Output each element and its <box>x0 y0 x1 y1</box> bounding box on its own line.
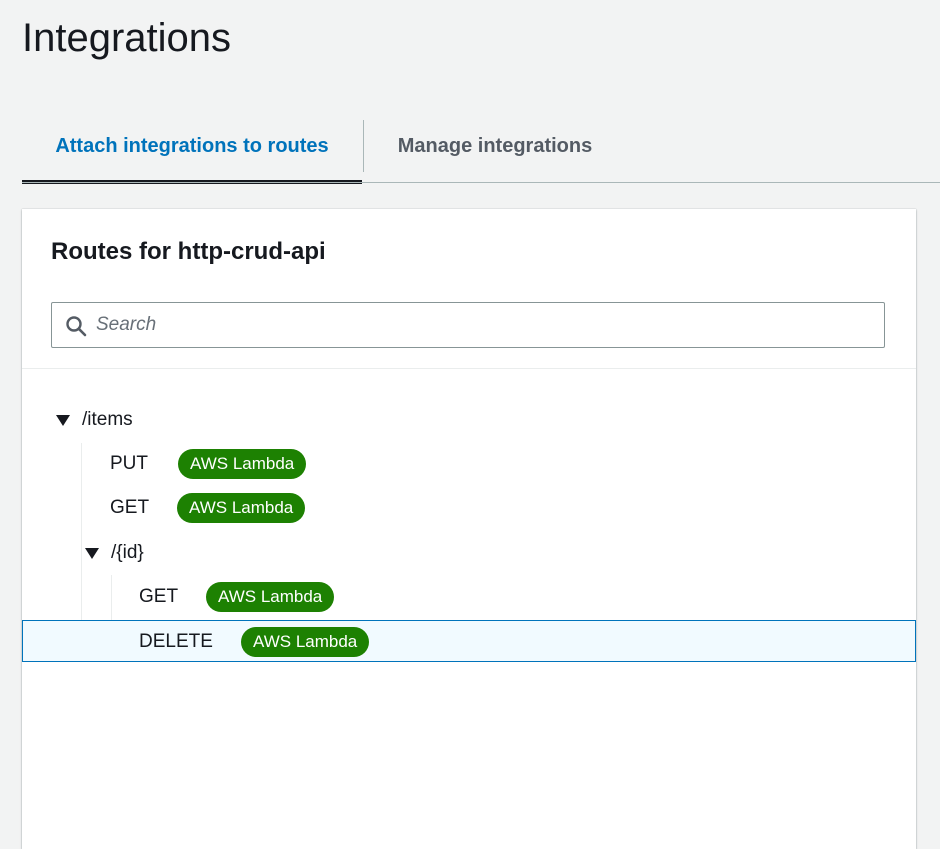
panel-divider <box>22 368 916 369</box>
tab-attach-integrations[interactable]: Attach integrations to routes <box>22 110 362 184</box>
integration-badge: AWS Lambda <box>206 582 335 612</box>
integration-badge: AWS Lambda <box>177 493 306 523</box>
route-method: PUT <box>110 453 148 474</box>
route-resource-items[interactable]: /items <box>22 398 916 442</box>
caret-down-icon[interactable] <box>85 547 99 559</box>
route-method-get[interactable]: GET AWS Lambda <box>22 486 916 530</box>
route-method-put[interactable]: PUT AWS Lambda <box>22 442 916 486</box>
route-path: /items <box>82 409 133 430</box>
tab-manage-integrations[interactable]: Manage integrations <box>364 110 626 182</box>
route-method: DELETE <box>139 631 213 652</box>
routes-panel: Routes for http-crud-api /items PUT AWS … <box>22 209 916 849</box>
route-method-get-id[interactable]: GET AWS Lambda <box>22 575 916 619</box>
route-method-delete-id[interactable]: DELETE AWS Lambda <box>22 620 916 664</box>
tab-bar: Attach integrations to routes Manage int… <box>0 110 940 184</box>
search-icon <box>66 316 87 337</box>
route-path: /{id} <box>111 542 144 563</box>
route-method: GET <box>139 586 179 607</box>
search-box[interactable] <box>51 302 885 348</box>
integration-badge: AWS Lambda <box>241 627 370 657</box>
caret-down-icon[interactable] <box>56 414 70 426</box>
route-method: GET <box>110 497 150 518</box>
integration-badge: AWS Lambda <box>178 449 307 479</box>
page-title: Integrations <box>22 16 232 60</box>
tabs-underline <box>22 182 940 183</box>
search-input[interactable] <box>96 303 876 347</box>
route-resource-id[interactable]: /{id} <box>22 531 916 575</box>
panel-title: Routes for http-crud-api <box>51 238 326 265</box>
